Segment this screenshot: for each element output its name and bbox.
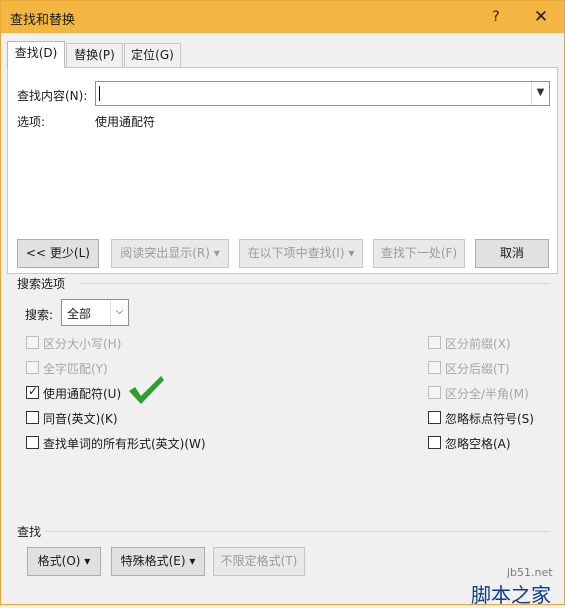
watermark-site: jb51.net (507, 566, 553, 579)
match-suffix-label: 区分后缀(T) (445, 362, 510, 376)
ignore-punctuation-label: 忽略标点符号(S) (445, 412, 534, 426)
find-in-button[interactable]: 在以下项中查找(I) ▾ (239, 239, 363, 268)
section-divider (79, 283, 550, 284)
whole-word-label: 全字匹配(Y) (43, 362, 108, 376)
tab-goto[interactable]: 定位(G) (124, 43, 181, 67)
format-button[interactable]: 格式(O) ▾ (27, 547, 101, 576)
all-word-forms-checkbox[interactable] (26, 436, 39, 449)
find-section-title: 查找 (17, 525, 42, 539)
search-options-title: 搜索选项 (17, 277, 66, 291)
match-case-label: 区分大小写(H) (43, 337, 122, 351)
wildcards-label: 使用通配符(U) (43, 387, 122, 401)
find-input[interactable]: ▼ (95, 81, 550, 106)
search-direction-label: 搜索: (25, 308, 54, 322)
reading-highlight-button[interactable]: 阅读突出显示(R) ▾ (111, 239, 229, 268)
whole-word-checkbox[interactable] (26, 361, 39, 374)
options-value: 使用通配符 (95, 115, 156, 129)
options-label: 选项: (17, 115, 46, 129)
text-caret (99, 86, 100, 101)
ignore-whitespace-checkbox[interactable] (428, 436, 441, 449)
ignore-punctuation-checkbox[interactable] (428, 411, 441, 424)
no-formatting-button[interactable]: 不限定格式(T) (213, 547, 305, 576)
cancel-button[interactable]: 取消 (475, 239, 549, 268)
match-prefix-label: 区分前缀(X) (445, 337, 511, 351)
tab-find[interactable]: 查找(D) (7, 41, 65, 68)
find-section-divider (45, 531, 550, 532)
match-case-checkbox[interactable] (26, 336, 39, 349)
sounds-like-checkbox[interactable] (26, 411, 39, 424)
find-label: 查找内容(N): (17, 89, 88, 103)
ignore-whitespace-label: 忽略空格(A) (445, 437, 511, 451)
match-suffix-checkbox[interactable] (428, 361, 441, 374)
find-replace-dialog: 查找和替换 ? ✕ 查找(D) 替换(P) 定位(G) 查找内容(N): ▼ 选… (0, 0, 565, 607)
close-button[interactable]: ✕ (525, 4, 557, 30)
checkmark-icon: ✓ (28, 384, 39, 398)
match-width-checkbox[interactable] (428, 386, 441, 399)
find-next-button[interactable]: 查找下一处(F) (373, 239, 465, 268)
search-direction-value: 全部 (67, 307, 92, 321)
special-button[interactable]: 特殊格式(E) ▾ (111, 547, 205, 576)
match-prefix-checkbox[interactable] (428, 336, 441, 349)
less-button[interactable]: << 更少(L) (17, 239, 99, 268)
tab-replace[interactable]: 替换(P) (66, 43, 123, 67)
help-button[interactable]: ? (481, 4, 511, 30)
all-word-forms-label: 查找单词的所有形式(英文)(W) (43, 437, 206, 451)
dialog-title: 查找和替换 (10, 13, 76, 28)
chevron-down-icon[interactable]: ⌵ (110, 300, 128, 325)
green-checkmark-icon (129, 376, 164, 404)
sounds-like-label: 同音(英文)(K) (43, 412, 118, 426)
search-direction-select[interactable]: 全部 ⌵ (61, 299, 129, 326)
chevron-down-icon[interactable]: ▼ (531, 82, 549, 105)
title-bar[interactable]: 查找和替换 ? ✕ (1, 1, 564, 33)
match-width-label: 区分全/半角(M) (445, 387, 529, 401)
watermark-brand: 脚本之家 (471, 583, 551, 607)
wildcards-checkbox[interactable]: ✓ (26, 384, 39, 399)
